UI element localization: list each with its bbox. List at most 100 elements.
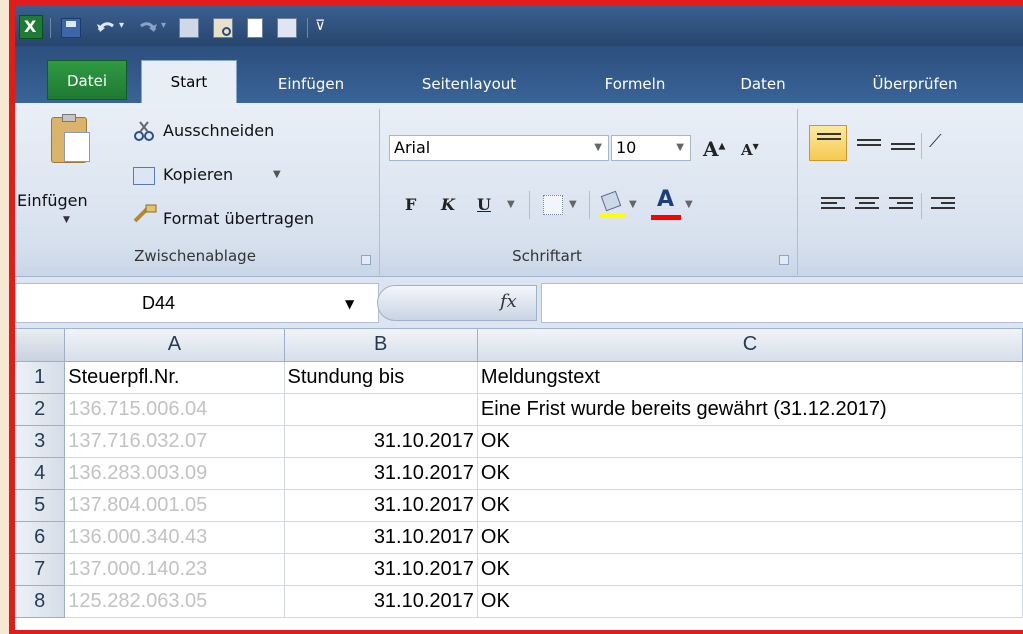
name-box[interactable]: D44 [15,283,379,323]
cell-a[interactable]: 137.000.140.23 [64,553,285,586]
column-header-b[interactable]: B [284,329,478,362]
cell-c[interactable]: OK [477,585,1023,618]
grow-font-button[interactable]: A▲ [703,137,725,161]
orientation-icon[interactable]: ⟋ [929,131,942,152]
cell-b[interactable]: 31.10.2017 [284,457,478,490]
cell-a[interactable]: 137.716.032.07 [64,425,285,458]
cell-a[interactable]: 125.282.063.05 [64,585,285,618]
cell-c[interactable]: OK [477,553,1023,586]
chevron-down-icon[interactable]: ▼ [594,136,602,160]
paste-dropdown-icon[interactable]: ▼ [63,215,70,225]
row-header[interactable]: 8 [15,585,66,618]
tab-formeln[interactable]: Formeln [581,66,689,102]
row-header[interactable]: 6 [15,521,66,554]
bold-button[interactable]: F [405,195,416,214]
font-name-combo[interactable]: Arial ▼ [389,135,609,161]
align-right-icon[interactable] [889,197,913,215]
font-color-letter: A [657,187,675,212]
cell-c[interactable]: OK [477,489,1023,522]
row-header[interactable]: 1 [15,361,66,394]
cell-a[interactable]: 136.283.003.09 [64,457,285,490]
select-all-corner[interactable] [15,329,66,362]
cell-c[interactable]: OK [477,457,1023,490]
cell-b[interactable] [284,393,478,426]
fill-color-icon[interactable] [599,190,625,221]
shrink-font-button[interactable]: A▼ [741,141,759,159]
cell-a[interactable]: 136.715.006.04 [64,393,285,426]
qat-separator [307,18,308,38]
cell-b[interactable]: 31.10.2017 [284,521,478,554]
column-header-row: A B C [15,329,1023,362]
excel-logo-icon[interactable]: X [19,15,43,39]
cell-b[interactable]: 31.10.2017 [284,425,478,458]
tab-seitenlayout[interactable]: Seitenlayout [393,66,545,102]
decrease-indent-icon[interactable] [931,197,955,215]
align-top-button[interactable] [809,125,847,161]
cell-c[interactable]: OK [477,521,1023,554]
underline-button[interactable]: U [477,195,491,214]
clipboard-dialog-launcher[interactable] [361,255,371,265]
column-header-c[interactable]: C [477,329,1023,362]
copy-dropdown-icon[interactable]: ▼ [273,169,281,180]
excel-window: X ▾ ▾ ⊽ Datei Start Einfügen Seitenlayou… [9,0,1023,634]
customize-qat-icon[interactable]: ⊽ [315,18,325,34]
borders-icon[interactable] [543,195,563,215]
group-separator [379,109,380,275]
column-header-a[interactable]: A [64,329,285,362]
cell-c1[interactable]: Meldungstext [477,361,1023,394]
font-size-combo[interactable]: 10 ▼ [611,135,691,161]
align-middle-icon[interactable] [857,137,881,155]
cut-icon [133,121,157,141]
cell-a[interactable]: 137.804.001.05 [64,489,285,522]
paste-label[interactable]: Einfügen [17,191,88,210]
row-header[interactable]: 5 [15,489,66,522]
tab-start[interactable]: Start [141,60,237,106]
borders-dropdown-icon[interactable]: ▼ [569,199,577,210]
underline-dropdown-icon[interactable]: ▼ [507,199,515,210]
undo-dropdown-icon[interactable]: ▾ [119,20,124,31]
align-top-icon [817,133,841,151]
tab-datei[interactable]: Datei [47,60,127,100]
cut-button[interactable]: Ausschneiden [163,121,274,140]
cell-c[interactable]: Eine Frist wurde bereits gewährt (31.12.… [477,393,1023,426]
highlight-color-bar [599,213,625,218]
paste-button[interactable] [45,114,95,177]
redo-dropdown-icon[interactable]: ▾ [161,20,166,31]
form-icon[interactable] [277,18,297,38]
cell-b1[interactable]: Stundung bis [284,361,478,394]
print-icon[interactable] [179,18,199,38]
row-header[interactable]: 7 [15,553,66,586]
font-color-dropdown-icon[interactable]: ▼ [685,199,693,210]
redo-icon[interactable] [137,18,157,38]
format-painter-button[interactable]: Format übertragen [163,209,314,228]
undo-icon[interactable] [95,18,115,38]
cell-b[interactable]: 31.10.2017 [284,585,478,618]
spreadsheet-grid: A B C 1 Steuerpfl.Nr. Stundung bis Meldu… [15,329,1023,618]
font-dialog-launcher[interactable] [779,255,789,265]
tab-ueberpruefen[interactable]: Überprüfen [845,66,985,102]
row-header[interactable]: 4 [15,457,66,490]
font-color-button[interactable]: A [651,187,681,221]
chevron-down-icon[interactable]: ▼ [676,136,684,160]
cell-b[interactable]: 31.10.2017 [284,553,478,586]
formula-input[interactable] [541,283,1023,323]
row-header[interactable]: 2 [15,393,66,426]
print-preview-icon[interactable] [213,18,233,38]
cell-c[interactable]: OK [477,425,1023,458]
row-header[interactable]: 3 [15,425,66,458]
name-box-dropdown-icon[interactable]: ▼ [345,297,354,311]
copy-button[interactable]: Kopieren [163,165,233,184]
cell-a[interactable]: 136.000.340.43 [64,521,285,554]
italic-button[interactable]: K [441,195,455,214]
tab-einfuegen[interactable]: Einfügen [253,66,369,102]
new-document-icon[interactable] [247,18,263,38]
align-center-icon[interactable] [855,197,879,215]
align-bottom-icon[interactable] [891,143,915,161]
fill-dropdown-icon[interactable]: ▼ [629,199,637,210]
insert-function-button[interactable]: fx [500,291,517,312]
save-icon[interactable] [61,18,81,38]
cell-a1[interactable]: Steuerpfl.Nr. [64,361,285,394]
align-left-icon[interactable] [821,197,845,215]
cell-b[interactable]: 31.10.2017 [284,489,478,522]
tab-daten[interactable]: Daten [715,66,811,102]
